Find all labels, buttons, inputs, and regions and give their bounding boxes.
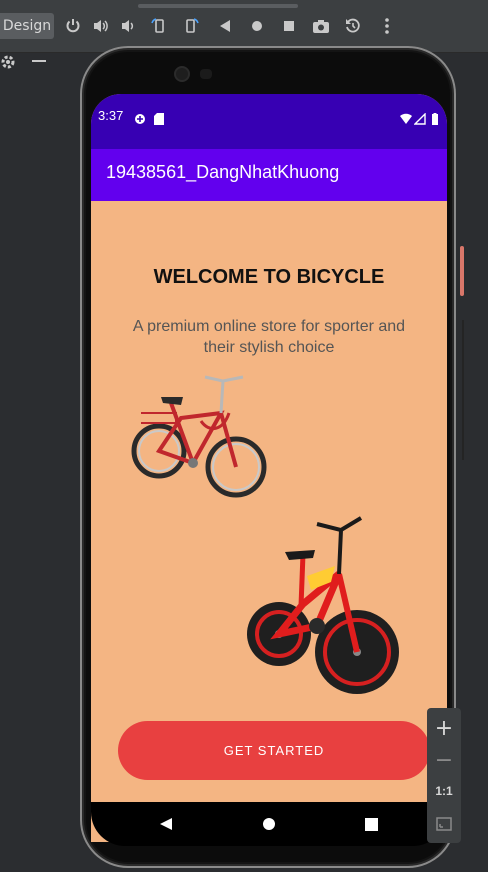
zoom-panel: + − 1:1 [427,708,461,843]
app-title: 19438561_DangNhatKhuong [106,162,340,182]
zoom-out-button[interactable]: − [427,748,461,773]
get-started-button[interactable]: GET STARTED [118,721,430,780]
app-screen: 3:37 19438561_DangNhatKhuong WELCOME TO … [91,94,447,842]
fit-screen-icon[interactable] [427,816,461,832]
design-tab[interactable]: Design [0,13,54,39]
toolbar-handle [138,4,298,8]
gear-icon[interactable] [0,52,20,72]
home-icon[interactable] [246,14,268,38]
cruiser-bicycle-image [131,375,267,498]
welcome-heading: WELCOME TO BICYCLE [153,266,385,288]
power-icon[interactable] [62,14,84,38]
proximity-sensor [200,69,212,79]
camera-icon[interactable] [310,14,332,38]
bmx-bicycle-image [247,516,399,694]
back-icon[interactable] [159,816,173,835]
navigation-bar [91,802,447,846]
home-icon[interactable] [262,816,276,835]
sd-card-icon [154,110,166,125]
battery-icon [431,110,443,125]
back-icon[interactable] [214,14,236,38]
more-icon[interactable] [376,14,398,38]
wifi-icon [400,110,412,124]
rotate-left-icon[interactable] [148,14,170,38]
volume-down-icon[interactable] [118,14,140,38]
rotate-right-icon[interactable] [180,14,202,38]
status-time: 3:37 [98,108,124,123]
scrollbar-track [462,320,464,460]
minimize-icon[interactable] [32,60,46,62]
volume-up-icon[interactable] [90,14,112,38]
welcome-subtitle: A premium online store for sporter and t… [132,318,406,356]
data-saver-icon [134,110,146,124]
front-camera [176,68,188,80]
app-bar: 19438561_DangNhatKhuong [91,149,447,201]
zoom-actual-size-button[interactable]: 1:1 [427,784,461,798]
zoom-in-button[interactable]: + [427,716,461,741]
overview-icon[interactable] [365,816,378,835]
signal-icon [413,110,426,125]
overview-icon[interactable] [278,14,300,38]
scrollbar-thumb[interactable] [460,246,464,296]
status-bar: 3:37 [91,94,447,149]
replay-icon[interactable] [342,14,364,38]
